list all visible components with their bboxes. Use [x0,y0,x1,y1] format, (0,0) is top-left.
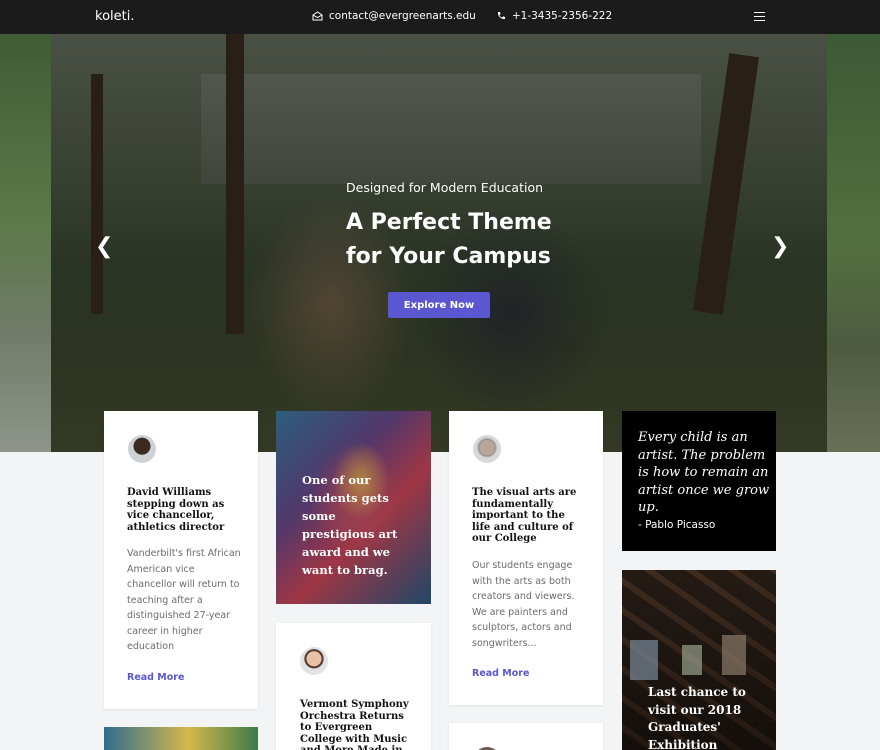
previous-slide-peek [0,34,51,452]
avatar [473,435,501,463]
news-card-david-williams: David Williams stepping down as vice cha… [104,411,258,709]
phone-icon [497,12,505,20]
chevron-left-icon[interactable]: ❮ [95,234,113,259]
card-title[interactable]: David Williams stepping down as vice cha… [127,487,239,533]
hero-title: A Perfect Theme for Your Campus [346,210,552,269]
top-bar: koleti. contact@evergreenarts.edu +1-343… [0,0,880,34]
explore-now-button[interactable]: Explore Now [388,292,490,318]
hero-subtitle: Designed for Modern Education [346,180,544,195]
contact-info: contact@evergreenarts.edu +1-3435-2356-2… [312,10,612,22]
menu-icon[interactable] [754,12,765,21]
avatar [300,647,328,675]
news-card-visual-arts: The visual arts are fundamentally import… [449,411,603,705]
card-title[interactable]: Vermont Symphony Orchestra Returns to Ev… [300,699,412,750]
next-slide-peek [827,34,880,452]
read-more-link[interactable]: Read More [472,668,529,679]
card-excerpt: Our students engage with the arts as bot… [472,560,575,649]
art-award-caption: One of our students gets some prestigiou… [302,473,398,577]
chevron-right-icon[interactable]: ❯ [771,234,789,259]
envelope-icon [312,11,323,21]
news-card-partial [449,723,603,750]
art-card-partial[interactable] [104,727,258,750]
card-title[interactable]: The visual arts are fundamentally import… [472,487,584,545]
news-card-vermont-symphony: Vermont Symphony Orchestra Returns to Ev… [276,623,431,750]
hero-slider: Designed for Modern Education A Perfect … [0,34,880,452]
avatar [128,435,156,463]
art-award-card[interactable]: One of our students gets some prestigiou… [276,411,431,604]
quote-author: - Pablo Picasso [638,519,716,531]
brand-logo[interactable]: koleti. [95,9,134,24]
exhibition-caption: Last chance to visit our 2018 Graduates'… [648,685,746,750]
contact-phone[interactable]: +1-3435-2356-222 [512,10,612,22]
exhibition-card[interactable]: Last chance to visit our 2018 Graduates'… [622,570,776,750]
read-more-link[interactable]: Read More [127,672,184,683]
quote-card: Every child is an artist. The problem is… [622,411,776,551]
contact-email[interactable]: contact@evergreenarts.edu [329,10,476,22]
card-excerpt: Vanderbilt's first African American vice… [127,548,241,652]
quote-text: Every child is an artist. The problem is… [638,430,770,515]
